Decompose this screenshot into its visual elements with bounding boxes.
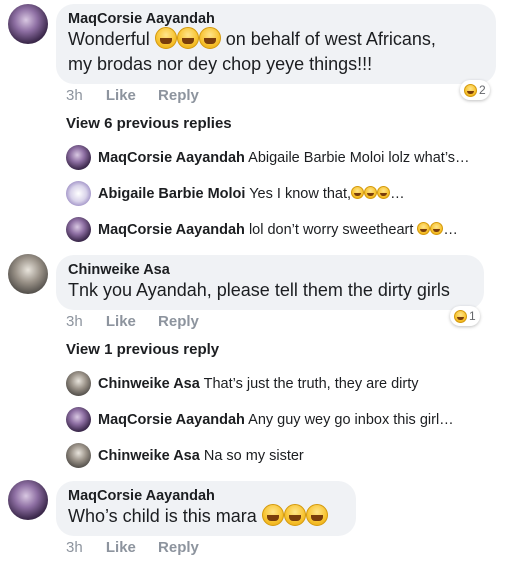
view-previous-replies[interactable]: View 6 previous replies <box>66 115 232 132</box>
avatar[interactable] <box>66 443 91 468</box>
comment-author[interactable]: MaqCorsie Aayandah <box>68 488 344 504</box>
reply-button[interactable]: Reply <box>158 313 199 330</box>
reply-preview[interactable]: MaqCorsie Aayandah lol don’t worry sweet… <box>98 222 458 238</box>
reply-author: MaqCorsie Aayandah <box>98 412 245 428</box>
reply-author: Abigaile Barbie Moloi <box>98 186 246 202</box>
view-previous-replies[interactable]: View 1 previous reply <box>66 341 219 358</box>
avatar[interactable] <box>66 407 91 432</box>
avatar[interactable] <box>8 4 48 44</box>
reaction-count: 2 <box>479 83 486 97</box>
like-button[interactable]: Like <box>106 313 136 330</box>
reaction-count: 1 <box>469 309 476 323</box>
like-button[interactable]: Like <box>106 87 136 104</box>
reply-author: Chinweike Asa <box>98 448 200 464</box>
laugh-emoji-icon <box>261 504 284 526</box>
comment-actions: 3h Like Reply <box>66 539 199 556</box>
comment-bubble: MaqCorsie Aayandah Wonderful on behalf o… <box>56 4 496 84</box>
laugh-emoji-icon <box>377 186 391 199</box>
laugh-emoji-icon <box>198 27 221 49</box>
laugh-emoji-icon <box>154 27 177 49</box>
like-button[interactable]: Like <box>106 539 136 556</box>
reply-author: MaqCorsie Aayandah <box>98 150 245 166</box>
avatar[interactable] <box>66 181 91 206</box>
comment-author[interactable]: MaqCorsie Aayandah <box>68 11 484 27</box>
reply-button[interactable]: Reply <box>158 87 199 104</box>
avatar[interactable] <box>8 480 48 520</box>
laugh-emoji-icon <box>364 186 378 199</box>
reply-author: Chinweike Asa <box>98 376 200 392</box>
reply-preview[interactable]: Chinweike Asa Na so my sister <box>98 448 304 464</box>
laugh-emoji-icon <box>417 222 431 235</box>
reply-author: MaqCorsie Aayandah <box>98 222 245 238</box>
laugh-emoji-icon <box>351 186 365 199</box>
laugh-emoji-icon <box>305 504 328 526</box>
timestamp: 3h <box>66 87 83 104</box>
timestamp: 3h <box>66 313 83 330</box>
comment-bubble: Chinweike Asa Tnk you Ayandah, please te… <box>56 255 484 310</box>
comment-text: Wonderful on behalf of west Africans, my… <box>68 27 436 74</box>
reply-text: That’s just the truth, they are dirty <box>203 376 419 392</box>
reply-preview[interactable]: Chinweike Asa That’s just the truth, the… <box>98 376 419 392</box>
reply-text: Abigaile Barbie Moloi lolz what’s… <box>248 150 470 166</box>
comment-text: Tnk you Ayandah, please tell them the di… <box>68 280 450 300</box>
reply-preview[interactable]: MaqCorsie Aayandah Abigaile Barbie Moloi… <box>98 150 470 166</box>
comment-text: Who’s child is this mara <box>68 504 344 529</box>
laugh-emoji-icon <box>454 309 467 323</box>
reply-text: Yes I know that, <box>249 186 352 202</box>
comment-bubble: MaqCorsie Aayandah Who’s child is this m… <box>56 481 356 536</box>
avatar[interactable] <box>66 217 91 242</box>
reply-text: lol don’t worry sweetheart <box>248 222 414 238</box>
comment-actions: 3h Like Reply <box>66 313 199 330</box>
avatar[interactable] <box>8 254 48 294</box>
avatar[interactable] <box>66 371 91 396</box>
laugh-emoji-icon <box>176 27 199 49</box>
reply-text: Any guy wey go inbox this girl… <box>248 412 454 428</box>
reply-preview[interactable]: MaqCorsie Aayandah Any guy wey go inbox … <box>98 412 454 428</box>
reply-text: Na so my sister <box>203 448 304 464</box>
reaction-summary[interactable]: 1 <box>450 306 480 326</box>
avatar[interactable] <box>66 145 91 170</box>
timestamp: 3h <box>66 539 83 556</box>
laugh-emoji-icon <box>430 222 444 235</box>
reply-preview[interactable]: Abigaile Barbie Moloi Yes I know that,… <box>98 186 405 202</box>
comment-actions: 3h Like Reply <box>66 87 199 104</box>
reaction-summary[interactable]: 2 <box>460 80 490 100</box>
laugh-emoji-icon <box>464 83 477 97</box>
comment-author[interactable]: Chinweike Asa <box>68 262 472 278</box>
laugh-emoji-icon <box>283 504 306 526</box>
reply-button[interactable]: Reply <box>158 539 199 556</box>
